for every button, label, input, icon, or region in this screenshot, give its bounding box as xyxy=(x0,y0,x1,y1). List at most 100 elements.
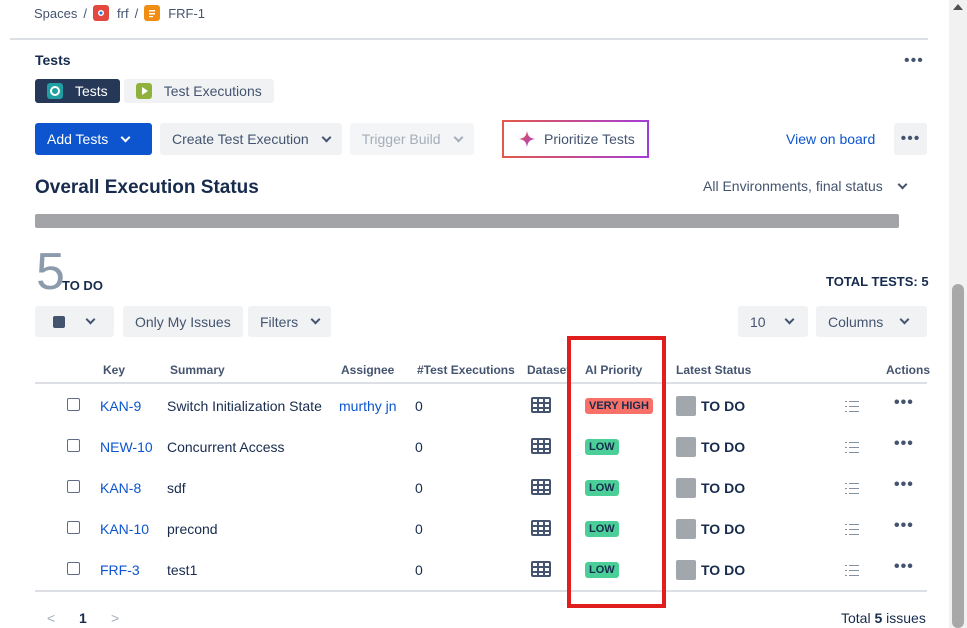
issue-summary: precond xyxy=(167,521,218,537)
row-checkbox[interactable] xyxy=(67,398,80,411)
scrollbar[interactable] xyxy=(949,0,967,628)
column-header-latest-status[interactable]: Latest Status xyxy=(676,363,751,377)
row-actions-button[interactable]: ••• xyxy=(894,558,914,576)
row-checkbox[interactable] xyxy=(67,439,80,452)
tests-icon xyxy=(47,83,63,99)
toolbar-more-button[interactable]: ••• xyxy=(894,123,927,155)
add-tests-button[interactable]: Add Tests xyxy=(35,123,152,155)
section-more-button[interactable]: ••• xyxy=(904,52,924,70)
pagination-next-button[interactable]: > xyxy=(111,610,119,626)
dataset-table-icon[interactable] xyxy=(531,561,551,577)
table-divider xyxy=(35,590,927,592)
row-actions-button[interactable]: ••• xyxy=(894,394,914,412)
column-header-dataset[interactable]: Dataset xyxy=(527,363,567,377)
chevron-down-icon xyxy=(321,132,332,142)
issue-summary: Concurrent Access xyxy=(167,439,285,455)
table-row[interactable]: KAN-10 precond 0 LOW TO DO ••• xyxy=(35,509,927,550)
environment-select[interactable]: All Environments, final status xyxy=(703,178,908,194)
create-test-execution-button[interactable]: Create Test Execution xyxy=(160,123,342,155)
ai-priority-badge: LOW xyxy=(585,480,619,496)
status-square-icon xyxy=(676,478,696,498)
scrollbar-thumb[interactable] xyxy=(952,284,964,628)
test-executions-count: 0 xyxy=(415,521,423,537)
issue-key-link[interactable]: KAN-8 xyxy=(100,480,141,496)
list-details-icon[interactable] xyxy=(845,524,859,536)
chevron-down-icon xyxy=(453,132,464,142)
issue-key-link[interactable]: NEW-10 xyxy=(100,439,153,455)
row-checkbox[interactable] xyxy=(67,562,80,575)
row-checkbox[interactable] xyxy=(67,521,80,534)
column-header-assignee[interactable]: Assignee xyxy=(341,363,394,377)
execution-progress-bar[interactable] xyxy=(35,214,899,228)
chevron-down-icon xyxy=(120,132,131,142)
table-row[interactable]: FRF-3 test1 0 LOW TO DO ••• xyxy=(35,550,927,591)
status-filter-select[interactable] xyxy=(35,306,114,337)
issue-key-link[interactable]: KAN-9 xyxy=(100,398,141,414)
total-issues-prefix: Total xyxy=(841,610,871,626)
execution-status-title: Overall Execution Status xyxy=(35,177,259,198)
table-row[interactable]: KAN-8 sdf 0 LOW TO DO ••• xyxy=(35,468,927,509)
row-actions-button[interactable]: ••• xyxy=(894,435,914,453)
toolbar: Add Tests Create Test Execution Trigger … xyxy=(35,123,474,155)
dataset-table-icon[interactable] xyxy=(531,479,551,495)
view-on-board-link[interactable]: View on board xyxy=(786,131,875,147)
scroll-up-arrow-icon[interactable] xyxy=(953,4,963,10)
filters-button[interactable]: Filters xyxy=(248,306,332,337)
breadcrumb-issue[interactable]: FRF-1 xyxy=(144,5,205,21)
pagination-page-1[interactable]: 1 xyxy=(79,610,87,626)
column-header-summary[interactable]: Summary xyxy=(170,363,225,377)
dataset-table-icon[interactable] xyxy=(531,397,551,413)
dataset-table-icon[interactable] xyxy=(531,520,551,536)
issue-key-link[interactable]: FRF-3 xyxy=(100,562,140,578)
only-my-issues-button[interactable]: Only My Issues xyxy=(123,306,243,337)
table-row[interactable]: KAN-9 Switch Initialization State murthy… xyxy=(35,386,927,427)
total-issues-count: 5 xyxy=(874,610,883,626)
todo-count-label: TO DO xyxy=(62,278,103,293)
trigger-build-button[interactable]: Trigger Build xyxy=(349,123,474,155)
dataset-table-icon[interactable] xyxy=(531,438,551,454)
test-executions-icon xyxy=(135,83,152,99)
row-actions-button[interactable]: ••• xyxy=(894,476,914,494)
status-square-icon xyxy=(53,315,65,328)
list-details-icon[interactable] xyxy=(845,565,859,577)
pagination-prev-button[interactable]: < xyxy=(47,610,55,626)
todo-count: 5 xyxy=(36,243,65,301)
issue-key-link[interactable]: KAN-10 xyxy=(100,521,149,537)
tab-tests[interactable]: Tests xyxy=(35,79,120,103)
columns-button[interactable]: Columns xyxy=(816,306,927,337)
test-executions-count: 0 xyxy=(415,439,423,455)
row-actions-button[interactable]: ••• xyxy=(894,517,914,535)
issue-icon xyxy=(144,5,161,21)
status-square-icon xyxy=(676,560,696,580)
latest-status: TO DO xyxy=(701,521,746,537)
row-checkbox[interactable] xyxy=(67,480,80,493)
list-details-icon[interactable] xyxy=(845,401,859,413)
column-header-key[interactable]: Key xyxy=(103,363,125,377)
column-header-test-executions[interactable]: #Test Executions xyxy=(417,363,515,377)
test-executions-count: 0 xyxy=(415,480,423,496)
page-size-select[interactable]: 10 xyxy=(738,306,808,337)
prioritize-tests-button[interactable]: Prioritize Tests xyxy=(502,120,649,158)
ai-priority-badge: LOW xyxy=(585,521,619,537)
tab-test-executions[interactable]: Test Executions xyxy=(123,79,274,103)
chevron-down-icon xyxy=(784,314,795,325)
chevron-down-icon xyxy=(310,314,321,325)
breadcrumb-spaces[interactable]: Spaces xyxy=(34,6,77,21)
list-details-icon[interactable] xyxy=(845,442,859,454)
tab-test-executions-label: Test Executions xyxy=(163,83,262,99)
status-square-icon xyxy=(676,519,696,539)
table-row[interactable]: NEW-10 Concurrent Access 0 LOW TO DO ••• xyxy=(35,427,927,468)
ai-priority-badge: VERY HIGH xyxy=(585,398,653,414)
ai-priority-badge: LOW xyxy=(585,439,619,455)
breadcrumb-space[interactable]: frf xyxy=(93,5,129,21)
column-header-ai-priority[interactable]: AI Priority xyxy=(585,363,642,377)
test-executions-count: 0 xyxy=(415,398,423,414)
column-header-actions: Actions xyxy=(886,363,931,377)
ai-priority-badge: LOW xyxy=(585,562,619,578)
list-details-icon[interactable] xyxy=(845,483,859,495)
chevron-down-icon xyxy=(897,179,908,189)
tab-bar: Tests Test Executions xyxy=(35,79,274,103)
breadcrumb-separator: / xyxy=(134,5,139,21)
breadcrumb-space-label: frf xyxy=(117,5,129,21)
assignee-link[interactable]: murthy jn xyxy=(339,398,397,414)
